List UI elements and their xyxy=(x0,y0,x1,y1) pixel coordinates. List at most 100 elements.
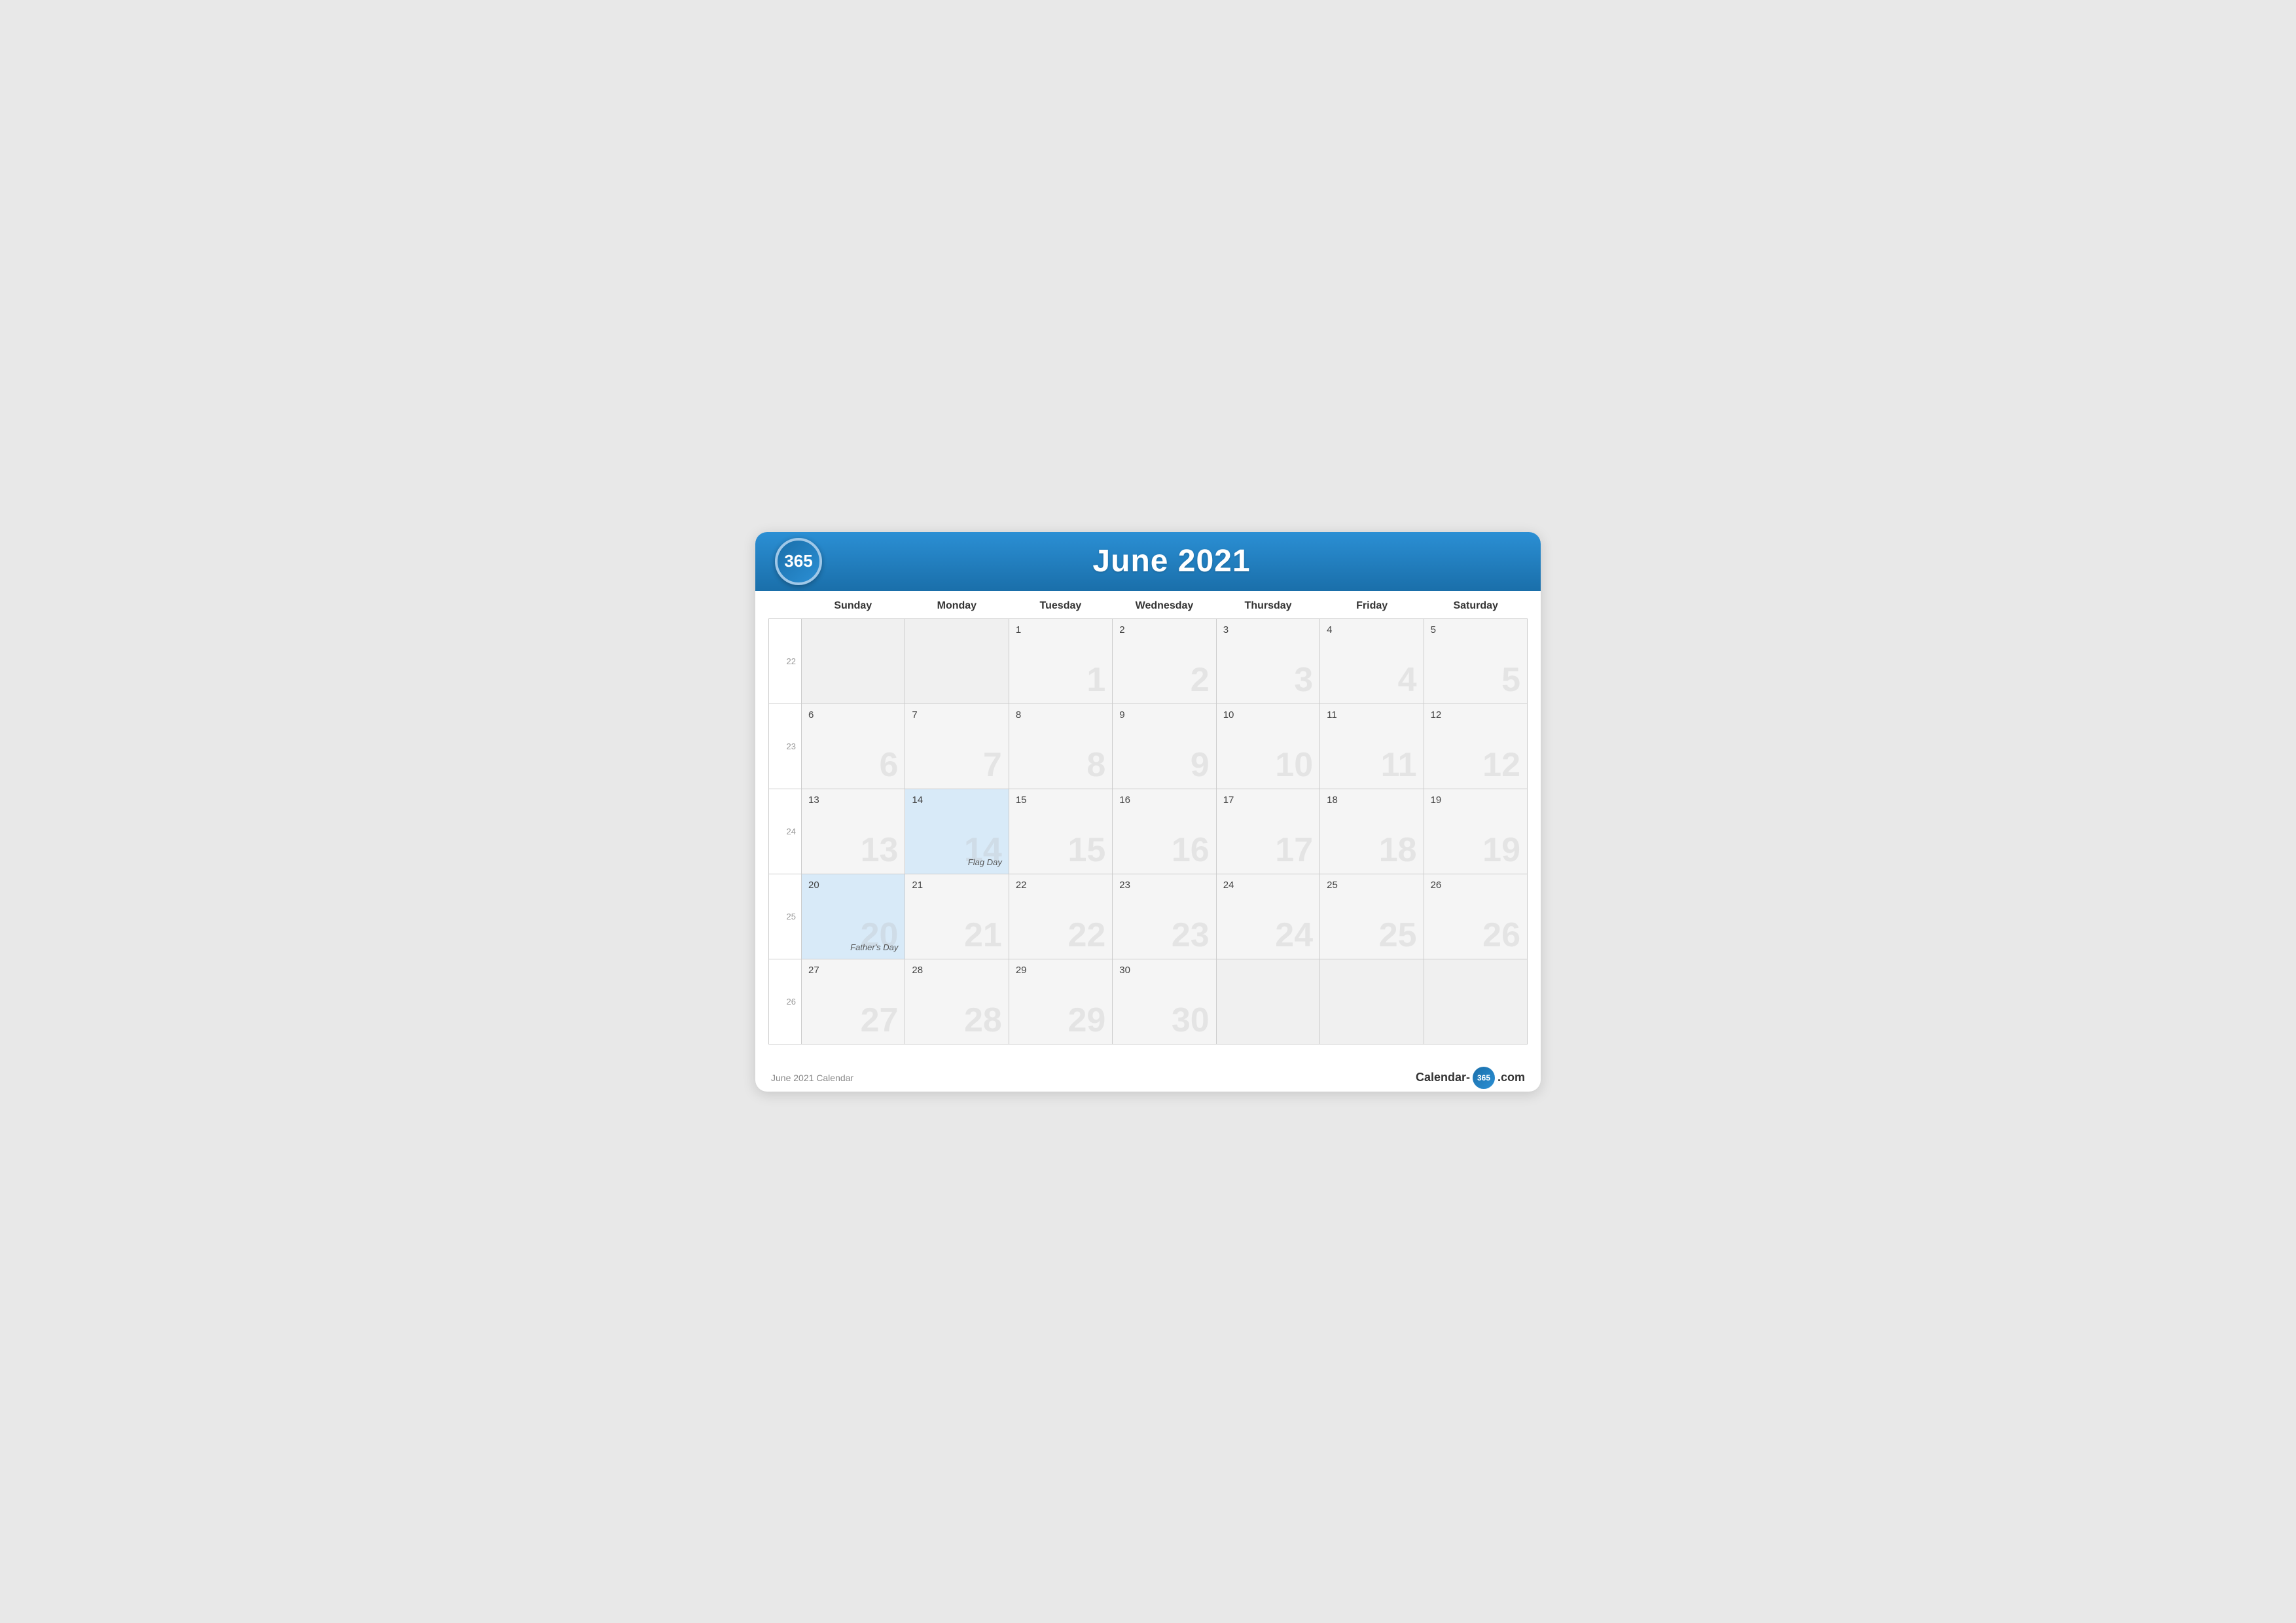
day-cell-15[interactable]: 1515 xyxy=(1009,789,1113,874)
week-number: 24 xyxy=(769,789,802,874)
day-cell-26[interactable]: 26 26 xyxy=(1424,874,1528,959)
day-watermark: 12 xyxy=(1482,748,1520,782)
day-number: 25 xyxy=(1327,880,1416,891)
day-cell-19[interactable]: 1919 xyxy=(1424,789,1528,874)
day-number: 15 xyxy=(1016,794,1105,806)
day-watermark: 6 xyxy=(880,748,899,782)
day-watermark: 8 xyxy=(1086,748,1105,782)
day-number: 19 xyxy=(1431,794,1520,806)
day-cell-4[interactable]: 44 xyxy=(1320,619,1424,704)
day-cell-6[interactable]: 66 xyxy=(802,704,905,789)
calendar-header: 365 June 2021 xyxy=(755,532,1541,591)
day-watermark: 30 xyxy=(1172,1003,1210,1037)
event-label: Flag Day xyxy=(968,857,1002,867)
day-cell-23[interactable]: 23 23 xyxy=(1113,874,1216,959)
day-cell-12[interactable]: 1212 xyxy=(1424,704,1528,789)
day-number: 23 xyxy=(1119,880,1209,891)
day-header-friday: Friday xyxy=(1320,591,1424,618)
week-number: 22 xyxy=(769,619,802,704)
day-watermark: 4 xyxy=(1398,663,1417,697)
day-watermark: 24 xyxy=(1275,918,1313,952)
day-headers: SundayMondayTuesdayWednesdayThursdayFrid… xyxy=(768,591,1528,618)
day-number: 8 xyxy=(1016,709,1105,721)
day-cell-10[interactable]: 1010 xyxy=(1217,704,1320,789)
day-number: 10 xyxy=(1223,709,1313,721)
day-cell-9[interactable]: 99 xyxy=(1113,704,1216,789)
day-watermark: 15 xyxy=(1067,833,1105,867)
day-cell-21[interactable]: 2121 xyxy=(905,874,1009,959)
day-watermark: 22 xyxy=(1067,918,1105,952)
day-watermark: 23 xyxy=(1172,918,1210,952)
week-num-header-empty xyxy=(768,591,801,618)
day-header-tuesday: Tuesday xyxy=(1009,591,1113,618)
day-cell-5[interactable]: 55 xyxy=(1424,619,1528,704)
day-cell-28[interactable]: 2828 xyxy=(905,959,1009,1044)
day-cell-13[interactable]: 13 13 xyxy=(802,789,905,874)
day-cell-empty[interactable] xyxy=(1217,959,1320,1044)
calendar-body: SundayMondayTuesdayWednesdayThursdayFrid… xyxy=(755,591,1541,1058)
day-cell-25[interactable]: 25 25 xyxy=(1320,874,1424,959)
event-label: Father's Day xyxy=(850,942,898,952)
calendar-grid: 2211223344552366778899101011111212241313… xyxy=(768,618,1528,1044)
day-cell-empty[interactable] xyxy=(802,619,905,704)
day-cell-24[interactable]: 24 24 xyxy=(1217,874,1320,959)
day-cell-16[interactable]: 1616 xyxy=(1113,789,1216,874)
day-watermark: 5 xyxy=(1501,663,1520,697)
week-number: 23 xyxy=(769,704,802,789)
calendar-title: June 2021 xyxy=(822,543,1521,579)
day-number: 2 xyxy=(1119,624,1209,635)
day-number: 1 xyxy=(1016,624,1105,635)
day-watermark: 25 xyxy=(1379,918,1417,952)
footer-logo-badge: 365 xyxy=(1473,1067,1495,1089)
day-header-saturday: Saturday xyxy=(1424,591,1528,618)
day-number: 13 xyxy=(808,794,898,806)
day-header-thursday: Thursday xyxy=(1216,591,1320,618)
day-watermark: 18 xyxy=(1379,833,1417,867)
day-cell-empty[interactable] xyxy=(1320,959,1424,1044)
day-number: 27 xyxy=(808,965,898,976)
day-watermark: 17 xyxy=(1275,833,1313,867)
day-watermark: 27 xyxy=(861,1003,899,1037)
day-cell-11[interactable]: 1111 xyxy=(1320,704,1424,789)
page-wrapper: 365 June 2021 SundayMondayTuesdayWednesd… xyxy=(755,532,1541,1092)
day-cell-14[interactable]: 1414Flag Day xyxy=(905,789,1009,874)
day-number: 4 xyxy=(1327,624,1416,635)
day-number: 14 xyxy=(912,794,1001,806)
day-cell-27[interactable]: 27 27 xyxy=(802,959,905,1044)
day-cell-30[interactable]: 3030 xyxy=(1113,959,1216,1044)
day-cell-empty[interactable] xyxy=(905,619,1009,704)
day-cell-8[interactable]: 88 xyxy=(1009,704,1113,789)
calendar-card: 365 June 2021 SundayMondayTuesdayWednesd… xyxy=(755,532,1541,1092)
day-cell-1[interactable]: 11 xyxy=(1009,619,1113,704)
day-number: 6 xyxy=(808,709,898,721)
day-cell-20[interactable]: 2020Father's Day xyxy=(802,874,905,959)
day-watermark: 19 xyxy=(1482,833,1520,867)
day-watermark: 29 xyxy=(1067,1003,1105,1037)
day-watermark: 16 xyxy=(1172,833,1210,867)
day-cell-17[interactable]: 1717 xyxy=(1217,789,1320,874)
day-cell-29[interactable]: 29 29 xyxy=(1009,959,1113,1044)
day-cell-7[interactable]: 77 xyxy=(905,704,1009,789)
day-watermark: 3 xyxy=(1294,663,1313,697)
day-cell-2[interactable]: 22 xyxy=(1113,619,1216,704)
day-number: 26 xyxy=(1431,880,1520,891)
day-cell-3[interactable]: 33 xyxy=(1217,619,1320,704)
day-number: 20 xyxy=(808,880,898,891)
day-number: 29 xyxy=(1016,965,1105,976)
day-cell-18[interactable]: 1818 xyxy=(1320,789,1424,874)
day-number: 24 xyxy=(1223,880,1313,891)
day-watermark: 13 xyxy=(861,833,899,867)
day-number: 16 xyxy=(1119,794,1209,806)
week-number: 25 xyxy=(769,874,802,959)
day-number: 18 xyxy=(1327,794,1416,806)
day-watermark: 26 xyxy=(1482,918,1520,952)
footer-right: Calendar- 365 .com xyxy=(1416,1067,1525,1089)
day-header-monday: Monday xyxy=(905,591,1009,618)
footer: June 2021 Calendar Calendar- 365 .com xyxy=(755,1058,1541,1092)
day-number: 7 xyxy=(912,709,1001,721)
day-cell-22[interactable]: 2222 xyxy=(1009,874,1113,959)
day-watermark: 11 xyxy=(1381,748,1417,782)
logo-badge: 365 xyxy=(775,538,822,585)
day-watermark: 1 xyxy=(1086,663,1105,697)
day-cell-empty[interactable] xyxy=(1424,959,1528,1044)
